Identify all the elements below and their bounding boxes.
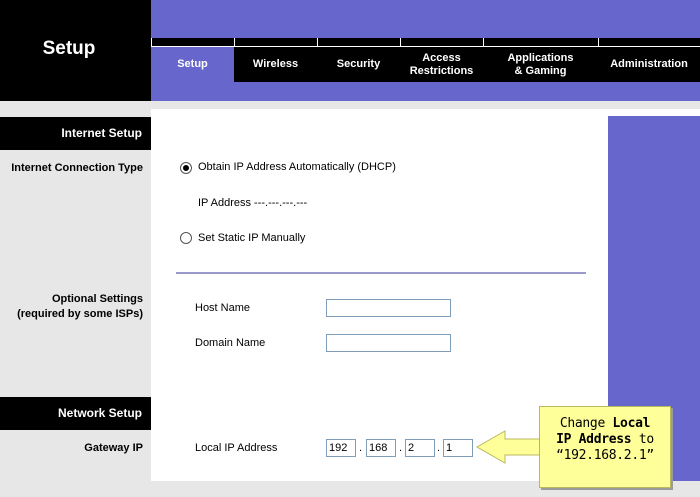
- callout-line2-plain: to: [631, 432, 654, 447]
- tab-separator: [234, 38, 235, 47]
- tab-separator: [598, 38, 599, 47]
- local-ip-octet-1[interactable]: [326, 439, 356, 457]
- callout-line3: “192.168.2.1”: [556, 448, 654, 463]
- label-connection-type: Internet Connection Type: [11, 162, 143, 174]
- callout-line1-plain: Change: [559, 416, 613, 431]
- local-ip-octet-2[interactable]: [366, 439, 396, 457]
- tab-separator: [483, 38, 484, 47]
- section-network-setup: Network Setup: [0, 397, 151, 430]
- page-title: Setup: [42, 38, 96, 59]
- static-option-label: Set Static IP Manually: [198, 232, 306, 244]
- tab-underband: [151, 82, 700, 101]
- radio-dhcp[interactable]: [180, 162, 192, 174]
- callout-arrow-icon: [475, 430, 542, 464]
- label-optional-settings-note: (required by some ISPs): [17, 308, 143, 320]
- radio-static-ip[interactable]: [180, 232, 192, 244]
- local-ip-octet-4[interactable]: [443, 439, 473, 457]
- label-optional-settings: Optional Settings: [51, 293, 143, 305]
- host-name-input[interactable]: [326, 299, 451, 317]
- ip-dot: .: [399, 442, 403, 454]
- ip-dot: .: [437, 442, 441, 454]
- tab-wireless[interactable]: Wireless: [234, 47, 317, 82]
- section-divider: [176, 272, 586, 274]
- domain-name-label: Domain Name: [195, 337, 266, 349]
- callout-line1-bold: Local: [612, 416, 651, 431]
- tab-separator: [317, 38, 318, 47]
- tab-setup[interactable]: Setup: [151, 47, 234, 82]
- domain-name-input[interactable]: [326, 334, 451, 352]
- right-gap: [608, 109, 700, 116]
- dhcp-option-label: Obtain IP Address Automatically (DHCP): [198, 161, 396, 173]
- tab-separator: [400, 38, 401, 47]
- content-top-strip: [151, 101, 700, 109]
- tab-administration[interactable]: Administration: [598, 47, 700, 82]
- callout-text: Change Local IP Address to “192.168.2.1”: [539, 416, 671, 464]
- local-ip-octet-3[interactable]: [405, 439, 435, 457]
- label-gateway-ip: Gateway IP: [84, 442, 143, 454]
- tab-security[interactable]: Security: [317, 47, 400, 82]
- host-name-label: Host Name: [195, 302, 251, 314]
- ip-dot: .: [359, 442, 363, 454]
- tab-access-restrictions[interactable]: Access Restrictions: [400, 47, 483, 82]
- section-internet-setup: Internet Setup: [0, 117, 151, 150]
- ip-address-readout: IP Address ---.---.---.---: [198, 197, 308, 209]
- tab-applications-gaming[interactable]: Applications & Gaming: [483, 47, 598, 82]
- callout-line2-bold: IP Address: [556, 432, 632, 447]
- header-band: [151, 0, 700, 38]
- local-ip-label: Local IP Address: [195, 442, 278, 454]
- tab-separator: [151, 38, 152, 47]
